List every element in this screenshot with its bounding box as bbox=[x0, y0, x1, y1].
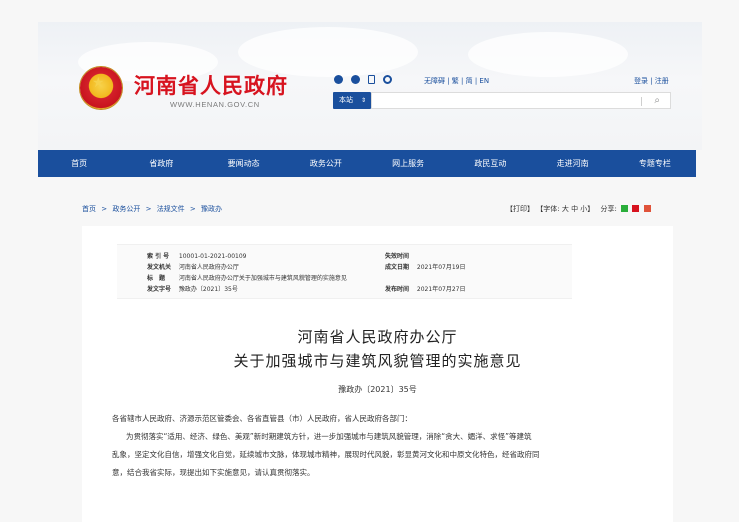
meta-agency-row: 发文机关 河南省人民政府办公厅 bbox=[147, 262, 239, 271]
mobile-icon[interactable] bbox=[368, 75, 375, 84]
site-scope-label: 本站 bbox=[339, 96, 353, 104]
share-label: 分享: bbox=[600, 205, 617, 213]
language-links[interactable]: 无障碍 | 繁 | 简 | EN bbox=[424, 76, 489, 86]
breadcrumb-current[interactable]: 豫政办 bbox=[201, 205, 222, 213]
nav-item-public-affairs[interactable]: 政务公开 bbox=[285, 150, 367, 177]
chevron-updown-icon: ⇕ bbox=[360, 97, 366, 104]
meta-expire-label: 失效时间 bbox=[385, 253, 410, 260]
meta-publish-row: 发布时间 2021年07月27日 bbox=[385, 284, 465, 293]
site-url: WWW.HENAN.GOV.CN bbox=[170, 100, 260, 109]
print-link[interactable]: 【打印】 bbox=[506, 205, 534, 213]
nav-item-about-henan[interactable]: 走进河南 bbox=[532, 150, 614, 177]
meta-docno-label: 发文字号 bbox=[147, 286, 172, 293]
document-paragraph-line: 意，结合我省实际，现提出如下实施意见，请认真贯彻落实。 bbox=[112, 468, 315, 477]
nav-item-home[interactable]: 首页 bbox=[38, 150, 120, 177]
search-divider bbox=[641, 97, 642, 106]
document-number: 豫政办〔2021〕35号 bbox=[338, 385, 417, 394]
meta-subject-label: 标 题 bbox=[147, 275, 166, 282]
meta-publish-value: 2021年07月27日 bbox=[416, 286, 466, 293]
breadcrumb-separator: > bbox=[145, 205, 152, 213]
weibo-icon[interactable] bbox=[351, 75, 360, 84]
breadcrumb-regulations[interactable]: 法规文件 bbox=[157, 205, 185, 213]
meta-docno-value: 豫政办〔2021〕35号 bbox=[178, 286, 238, 293]
document-paragraph-line: 为贯彻落实“适用、经济、绿色、美观”新时期建筑方针，进一步加强城市与建筑风貌管理… bbox=[126, 432, 532, 441]
site-scope-select[interactable]: 本站 ⇕ bbox=[333, 92, 371, 109]
breadcrumb-separator: > bbox=[189, 205, 196, 213]
meta-index-value: 10001-01-2021-00109 bbox=[178, 253, 247, 260]
page-tools: 【打印】 【字体: 大 中 小】 分享: bbox=[506, 204, 651, 214]
login-register-links[interactable]: 登录 | 注册 bbox=[634, 76, 669, 86]
nav-item-special-topics[interactable]: 专题专栏 bbox=[614, 150, 696, 177]
breadcrumb-public-affairs[interactable]: 政务公开 bbox=[112, 205, 140, 213]
meta-docno-row: 发文字号 豫政办〔2021〕35号 bbox=[147, 284, 238, 293]
document-paragraph-line: 乱象，坚定文化自信，增强文化自觉，延续城市文脉，体现城市精神，展现时代风貌，彰显… bbox=[112, 450, 540, 459]
document-title-line1: 河南省人民政府办公厅 bbox=[297, 328, 458, 346]
search-input[interactable]: ⌕ bbox=[371, 92, 671, 109]
national-emblem-icon: ★ bbox=[80, 67, 122, 109]
meta-created-value: 2021年07月19日 bbox=[416, 264, 466, 271]
meta-agency-value: 河南省人民政府办公厅 bbox=[178, 264, 239, 271]
font-large-link[interactable]: 大 bbox=[562, 205, 569, 213]
nav-item-interaction[interactable]: 政民互动 bbox=[449, 150, 531, 177]
breadcrumb-home[interactable]: 首页 bbox=[82, 205, 96, 213]
meta-subject-value: 河南省人民政府办公厅关于加强城市与建筑风貌管理的实施意见 bbox=[178, 275, 347, 282]
font-size-label: 【字体: bbox=[536, 205, 560, 213]
document-title-line2: 关于加强城市与建筑风貌管理的实施意见 bbox=[233, 352, 522, 370]
meta-created-row: 成文日期 2021年07月19日 bbox=[385, 262, 465, 271]
wechat-share-icon[interactable] bbox=[621, 205, 629, 212]
qzone-share-icon[interactable] bbox=[643, 205, 651, 212]
main-nav: 首页 省政府 要闻动态 政务公开 网上服务 政民互动 走进河南 专题专栏 bbox=[38, 150, 696, 177]
nav-item-news[interactable]: 要闻动态 bbox=[203, 150, 285, 177]
site-title[interactable]: 河南省人民政府 bbox=[134, 70, 288, 100]
meta-expire-row: 失效时间 bbox=[385, 251, 415, 260]
font-small-link[interactable]: 小】 bbox=[580, 205, 594, 213]
meta-publish-label: 发布时间 bbox=[385, 286, 410, 293]
nav-item-government[interactable]: 省政府 bbox=[120, 150, 202, 177]
breadcrumb-separator: > bbox=[101, 205, 108, 213]
social-icons bbox=[334, 75, 392, 84]
meta-agency-label: 发文机关 bbox=[147, 264, 172, 271]
document-meta-table: 索 引 号 10001-01-2021-00109 发文机关 河南省人民政府办公… bbox=[117, 244, 572, 299]
font-medium-link[interactable]: 中 bbox=[571, 205, 578, 213]
meta-index-row: 索 引 号 10001-01-2021-00109 bbox=[147, 251, 247, 260]
meta-subject-row: 标 题 河南省人民政府办公厅关于加强城市与建筑风貌管理的实施意见 bbox=[147, 273, 347, 282]
nav-item-online-services[interactable]: 网上服务 bbox=[367, 150, 449, 177]
meta-created-label: 成文日期 bbox=[385, 264, 410, 271]
weibo-share-icon[interactable] bbox=[632, 205, 640, 212]
app-icon[interactable] bbox=[383, 75, 392, 84]
header-cloud bbox=[468, 32, 628, 77]
search-icon[interactable]: ⌕ bbox=[654, 95, 660, 106]
meta-index-label: 索 引 号 bbox=[147, 253, 170, 260]
document-panel: 索 引 号 10001-01-2021-00109 发文机关 河南省人民政府办公… bbox=[82, 226, 673, 522]
breadcrumb: 首页 > 政务公开 > 法规文件 > 豫政办 bbox=[82, 204, 225, 214]
document-recipients: 各省辖市人民政府、济源示范区管委会、各省直管县（市）人民政府，省人民政府各部门： bbox=[112, 414, 412, 423]
wechat-icon[interactable] bbox=[334, 75, 343, 84]
